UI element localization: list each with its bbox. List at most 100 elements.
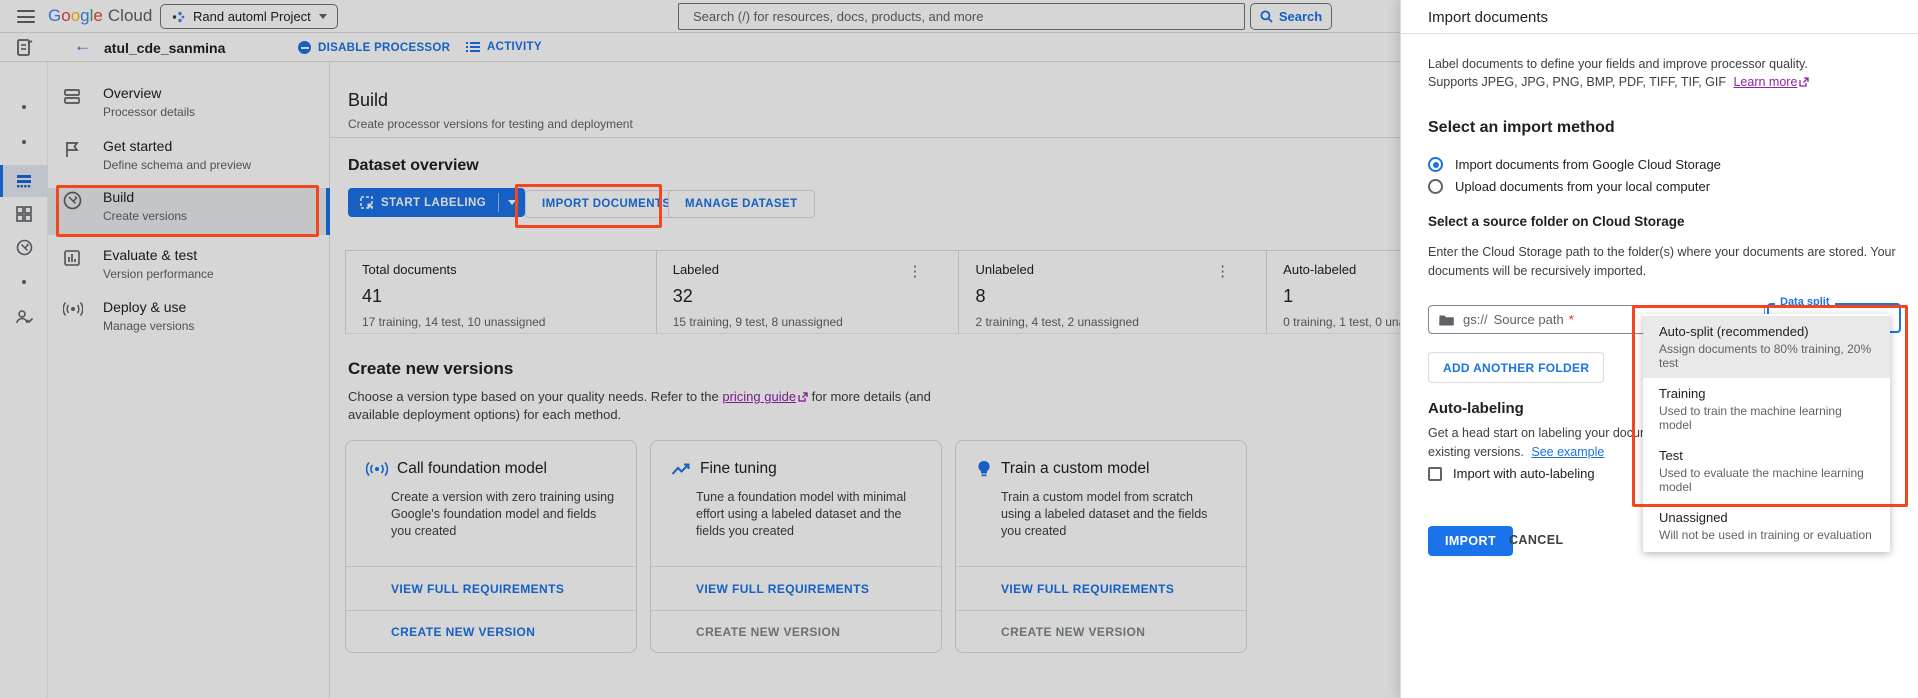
- card-description: Train a custom model from scratch using …: [1001, 489, 1226, 540]
- menu-item-title: Test: [1659, 448, 1874, 463]
- processor-title: atul_cde_sanmina: [104, 40, 225, 56]
- create-versions-title: Create new versions: [348, 359, 513, 379]
- dataset-icon: [16, 173, 32, 189]
- radio-import-from-gcs[interactable]: Import documents from Google Cloud Stora…: [1428, 157, 1721, 172]
- kebab-menu-icon[interactable]: ⋮: [1215, 262, 1230, 280]
- kebab-menu-icon[interactable]: ⋮: [907, 262, 922, 280]
- nav-item-label: Build: [103, 189, 134, 205]
- required-asterisk: *: [1569, 312, 1574, 327]
- person-check-icon[interactable]: [16, 310, 33, 325]
- start-labeling-dropdown[interactable]: [499, 188, 525, 217]
- description-text: Enter the Cloud Storage path to the fold…: [1428, 243, 1896, 262]
- flag-icon: [63, 140, 81, 158]
- rail-dot-icon[interactable]: [22, 140, 26, 144]
- learn-more-link[interactable]: Learn more: [1733, 75, 1797, 89]
- sensors-icon: [366, 461, 388, 477]
- add-another-folder-label: ADD ANOTHER FOLDER: [1443, 361, 1589, 375]
- nav-item-label: Evaluate & test: [103, 247, 197, 263]
- checkbox-icon: [1428, 467, 1442, 481]
- activity-label: ACTIVITY: [487, 41, 542, 53]
- radio-upload-local[interactable]: Upload documents from your local compute…: [1428, 179, 1710, 194]
- version-cards: Call foundation model Create a version w…: [345, 440, 1247, 653]
- panel-intro: Label documents to define your fields an…: [1428, 55, 1809, 91]
- project-selector[interactable]: Rand automl Project: [160, 4, 338, 29]
- rail-dot-icon[interactable]: [22, 280, 26, 284]
- nav-item-build[interactable]: Build Create versions: [48, 188, 330, 235]
- pricing-guide-link[interactable]: pricing guide: [722, 389, 796, 404]
- manage-dataset-button[interactable]: MANAGE DATASET: [668, 190, 815, 218]
- start-labeling-button[interactable]: START LABELING: [348, 188, 525, 217]
- logo-cloud-text: Cloud: [108, 6, 152, 26]
- card-train-custom-model: Train a custom model Train a custom mode…: [955, 440, 1247, 653]
- card-call-foundation-model: Call foundation model Create a version w…: [345, 440, 637, 653]
- rail-dot-icon[interactable]: [22, 105, 26, 109]
- logo-letter: o: [61, 6, 70, 25]
- build-circle-icon[interactable]: [16, 239, 33, 256]
- build-icon: [63, 191, 82, 210]
- icon-rail: [0, 62, 48, 698]
- view-full-requirements-link[interactable]: VIEW FULL REQUIREMENTS: [956, 566, 1246, 610]
- import-documents-button[interactable]: IMPORT DOCUMENTS: [525, 190, 687, 218]
- view-full-requirements-link[interactable]: VIEW FULL REQUIREMENTS: [651, 566, 941, 610]
- logo-letter: o: [71, 6, 80, 25]
- search-input[interactable]: [678, 3, 1245, 30]
- nav-item-overview[interactable]: Overview Processor details: [48, 84, 330, 131]
- page-subtitle: Create processor versions for testing an…: [348, 117, 633, 131]
- stat-detail: 2 training, 4 test, 2 unassigned: [975, 315, 1266, 329]
- back-arrow-icon[interactable]: ←: [74, 36, 91, 56]
- activity-button[interactable]: ACTIVITY: [466, 41, 542, 53]
- menu-item-unassigned[interactable]: Unassigned Will not be used in training …: [1643, 502, 1890, 550]
- radio-selected-icon: [1428, 157, 1443, 172]
- nav-item-sublabel: Create versions: [103, 209, 187, 223]
- build-page: Build Create processor versions for test…: [330, 62, 1480, 698]
- nav-item-label: Overview: [103, 85, 161, 101]
- panel-title: Import documents: [1428, 9, 1548, 26]
- stat-value: 32: [673, 286, 959, 307]
- rail-item-dataset-selected[interactable]: [0, 165, 48, 197]
- menu-item-title: Unassigned: [1659, 510, 1874, 525]
- nav-item-evaluate-test[interactable]: Evaluate & test Version performance: [48, 246, 330, 293]
- data-split-menu: Auto-split (recommended) Assign document…: [1643, 314, 1890, 552]
- import-with-auto-labeling-checkbox[interactable]: Import with auto-labeling: [1428, 466, 1595, 481]
- radio-unselected-icon: [1428, 179, 1443, 194]
- menu-item-auto-split[interactable]: Auto-split (recommended) Assign document…: [1643, 316, 1890, 378]
- page-title: Build: [348, 90, 388, 111]
- nav-item-deploy-use[interactable]: Deploy & use Manage versions: [48, 298, 330, 345]
- search-icon: [1260, 10, 1273, 23]
- create-new-version-link-disabled[interactable]: CREATE NEW VERSION: [651, 610, 941, 652]
- add-another-folder-button[interactable]: ADD ANOTHER FOLDER: [1428, 352, 1604, 383]
- dataset-stats: Total documents 41 17 training, 14 test,…: [345, 250, 1460, 334]
- import-button[interactable]: IMPORT: [1428, 526, 1513, 556]
- gs-prefix: gs://: [1463, 312, 1488, 327]
- card-title: Fine tuning: [700, 460, 777, 478]
- menu-icon[interactable]: [17, 10, 35, 23]
- stat-value: 41: [362, 286, 656, 307]
- stat-labeled: Labeled 32 15 training, 9 test, 8 unassi…: [656, 251, 959, 333]
- view-full-requirements-link[interactable]: VIEW FULL REQUIREMENTS: [346, 566, 636, 610]
- stat-detail: 17 training, 14 test, 10 unassigned: [362, 315, 656, 329]
- import-method-title: Select an import method: [1428, 119, 1615, 137]
- cancel-button[interactable]: CANCEL: [1509, 533, 1563, 547]
- create-new-version-link-disabled[interactable]: CREATE NEW VERSION: [956, 610, 1246, 652]
- search-button-label: Search: [1279, 9, 1322, 24]
- nav-item-sublabel: Define schema and preview: [103, 158, 251, 172]
- divider: [330, 137, 1480, 138]
- menu-item-subtitle: Will not be used in training or evaluati…: [1659, 528, 1874, 542]
- create-new-version-link[interactable]: CREATE NEW VERSION: [346, 610, 636, 652]
- logo-letter: e: [93, 6, 102, 25]
- stat-total-documents: Total documents 41 17 training, 14 test,…: [346, 251, 656, 333]
- lightbulb-icon: [976, 460, 992, 478]
- nav-item-get-started[interactable]: Get started Define schema and preview: [48, 137, 330, 184]
- menu-item-test[interactable]: Test Used to evaluate the machine learni…: [1643, 440, 1890, 502]
- create-versions-description: Choose a version type based on your qual…: [348, 388, 948, 424]
- search-button[interactable]: Search: [1250, 3, 1332, 30]
- menu-item-subtitle: Used to evaluate the machine learning mo…: [1659, 466, 1874, 494]
- menu-item-training[interactable]: Training Used to train the machine learn…: [1643, 378, 1890, 440]
- source-folder-description: Enter the Cloud Storage path to the fold…: [1428, 243, 1896, 281]
- label-icon: [360, 196, 373, 209]
- intro-text: Label documents to define your fields an…: [1428, 55, 1809, 73]
- see-example-link[interactable]: See example: [1531, 445, 1604, 459]
- grid-icon[interactable]: [16, 206, 32, 222]
- project-icon: [171, 10, 185, 24]
- disable-processor-button[interactable]: DISABLE PROCESSOR: [298, 41, 450, 54]
